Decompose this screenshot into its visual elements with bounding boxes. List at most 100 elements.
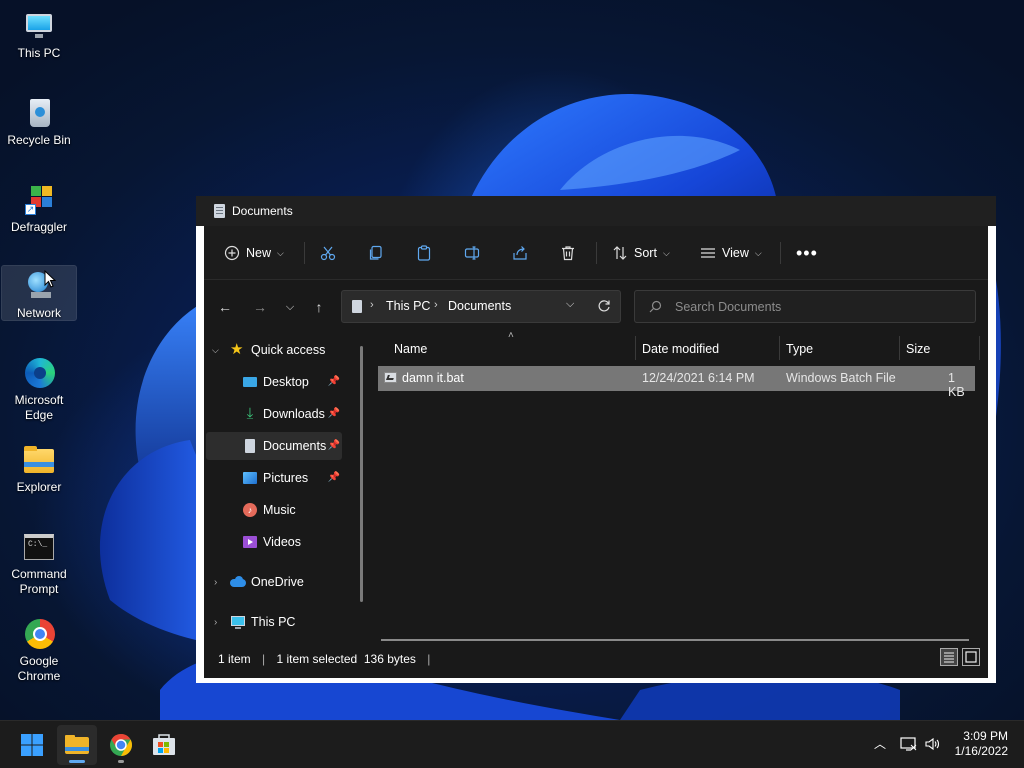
nav-item-videos[interactable]: Videos xyxy=(206,528,342,556)
clock[interactable]: 3:09 PM 1/16/2022 xyxy=(955,729,1008,759)
sort-button[interactable]: Sort ⌵ xyxy=(612,238,670,268)
chevron-right-icon: › xyxy=(214,576,218,588)
address-dropdown-icon[interactable]: ⌵ xyxy=(566,298,574,311)
monitor-icon xyxy=(23,10,55,42)
search-input[interactable] xyxy=(675,298,965,316)
rename-button[interactable] xyxy=(464,238,480,268)
pin-icon: 📌 xyxy=(327,472,340,483)
paste-button[interactable] xyxy=(416,238,432,268)
file-row[interactable]: damn it.bat 12/24/2021 6:14 PM Windows B… xyxy=(378,366,975,399)
nav-item-label: Music xyxy=(263,503,296,517)
show-hidden-icons-button[interactable]: ︿ xyxy=(874,735,886,752)
nav-item-label: Videos xyxy=(263,535,301,549)
column-divider[interactable] xyxy=(899,336,900,360)
nav-item-pictures[interactable]: Pictures 📌 xyxy=(206,464,342,492)
desktop-icon-defraggler[interactable]: ↗ Defraggler xyxy=(2,180,76,235)
desktop-icon-edge[interactable]: Microsoft Edge xyxy=(2,353,76,423)
cut-button[interactable] xyxy=(320,238,336,268)
nav-item-documents[interactable]: Documents 📌 xyxy=(206,432,342,460)
details-view-icon xyxy=(944,652,954,663)
column-header-type[interactable]: Type xyxy=(786,342,813,366)
copy-button[interactable] xyxy=(368,238,384,268)
title-bar[interactable]: Documents xyxy=(196,196,996,226)
document-icon xyxy=(214,204,225,218)
breadcrumb-separator-icon: › xyxy=(370,299,374,311)
nav-item-label: Quick access xyxy=(251,343,326,357)
arrow-right-icon: → xyxy=(253,299,267,315)
desktop-icon-network[interactable]: Network xyxy=(1,265,77,321)
star-icon: ★ xyxy=(230,341,244,358)
address-bar[interactable]: › This PC › Documents ⌵ xyxy=(341,290,621,323)
nav-item-desktop[interactable]: Desktop 📌 xyxy=(206,368,342,396)
clock-date: 1/16/2022 xyxy=(954,744,1008,758)
window-title: Documents xyxy=(232,204,293,218)
file-name: damn it.bat xyxy=(402,371,464,385)
toolbar-divider xyxy=(596,242,597,264)
store-icon xyxy=(153,734,175,755)
status-item-count: 1 item xyxy=(218,652,251,666)
chevron-down-icon: ⌵ xyxy=(285,301,295,313)
taskbar-store[interactable] xyxy=(144,725,184,765)
up-button[interactable]: ↑ xyxy=(308,296,330,318)
desktop-icon-explorer[interactable]: Explorer xyxy=(2,440,76,495)
new-button[interactable]: New ⌵ xyxy=(224,238,284,268)
desktop-icon-label: Microsoft Edge xyxy=(14,393,64,422)
taskbar-chrome[interactable] xyxy=(101,725,141,765)
back-button[interactable]: ← xyxy=(214,296,236,318)
horizontal-scrollbar[interactable] xyxy=(381,639,969,641)
view-list-icon xyxy=(701,248,715,258)
volume-icon[interactable] xyxy=(925,737,941,751)
breadcrumb-this-pc[interactable]: This PC xyxy=(386,299,430,313)
column-divider[interactable] xyxy=(979,336,980,360)
desktop-icon-this-pc[interactable]: This PC xyxy=(2,6,76,61)
nav-item-music[interactable]: ♪ Music xyxy=(206,496,342,524)
search-icon xyxy=(649,300,662,313)
nav-item-label: Downloads xyxy=(263,407,325,421)
share-icon xyxy=(513,246,527,260)
forward-button[interactable]: → xyxy=(249,296,271,318)
refresh-icon[interactable] xyxy=(597,299,611,313)
more-icon: ••• xyxy=(796,242,818,263)
chrome-icon xyxy=(110,734,132,756)
desktop-icon xyxy=(242,374,258,390)
share-button[interactable] xyxy=(512,238,528,268)
sort-button-label: Sort xyxy=(634,246,657,260)
navigation-pane: ⌵ ★ Quick access Desktop 📌 ⤓ Downloads 📌… xyxy=(204,336,354,641)
details-view-button[interactable] xyxy=(940,648,958,666)
column-divider[interactable] xyxy=(779,336,780,360)
column-header-size[interactable]: Size xyxy=(906,342,930,366)
status-selection: 1 item selected 136 bytes xyxy=(276,652,416,666)
recent-locations-button[interactable]: ⌵ xyxy=(279,296,301,318)
desktop-icon-label: Explorer xyxy=(16,480,62,494)
file-type: Windows Batch File xyxy=(786,371,896,385)
column-header-name[interactable]: Name xyxy=(394,342,427,366)
network-status-icon[interactable] xyxy=(900,736,918,752)
pictures-icon xyxy=(242,470,258,486)
navigation-scrollbar[interactable] xyxy=(360,346,363,602)
nav-quick-access[interactable]: ⌵ ★ Quick access xyxy=(206,336,342,364)
breadcrumb-documents[interactable]: Documents xyxy=(448,299,511,313)
pin-icon: 📌 xyxy=(327,376,340,387)
column-divider[interactable] xyxy=(635,336,636,360)
pin-icon: 📌 xyxy=(327,408,340,419)
nav-this-pc[interactable]: › This PC xyxy=(206,608,342,636)
search-box[interactable] xyxy=(634,290,976,323)
tiles-view-button[interactable] xyxy=(962,648,980,666)
desktop-icon-recycle-bin[interactable]: Recycle Bin xyxy=(2,93,76,148)
clock-time: 3:09 PM xyxy=(963,729,1008,743)
chevron-right-icon: › xyxy=(214,616,218,628)
more-options-button[interactable]: ••• xyxy=(796,238,818,268)
breadcrumb-separator-icon: › xyxy=(434,299,438,311)
nav-onedrive[interactable]: › OneDrive xyxy=(206,568,342,596)
desktop-icon-chrome[interactable]: Google Chrome xyxy=(2,614,76,684)
nav-item-downloads[interactable]: ⤓ Downloads 📌 xyxy=(206,400,342,428)
start-button[interactable] xyxy=(12,725,52,765)
desktop-icon-command-prompt[interactable]: C:\_ Command Prompt xyxy=(2,527,76,597)
column-header-date-modified[interactable]: Date modified xyxy=(642,342,719,366)
delete-button[interactable] xyxy=(560,238,576,268)
file-date-modified: 12/24/2021 6:14 PM xyxy=(642,371,755,385)
explorer-window: Documents New ⌵ Sort ⌵ View ⌵ ••• ← → ⌵ … xyxy=(196,196,996,683)
view-button[interactable]: View ⌵ xyxy=(700,238,762,268)
taskbar-file-explorer[interactable] xyxy=(57,725,97,765)
batch-file-icon xyxy=(384,372,397,383)
